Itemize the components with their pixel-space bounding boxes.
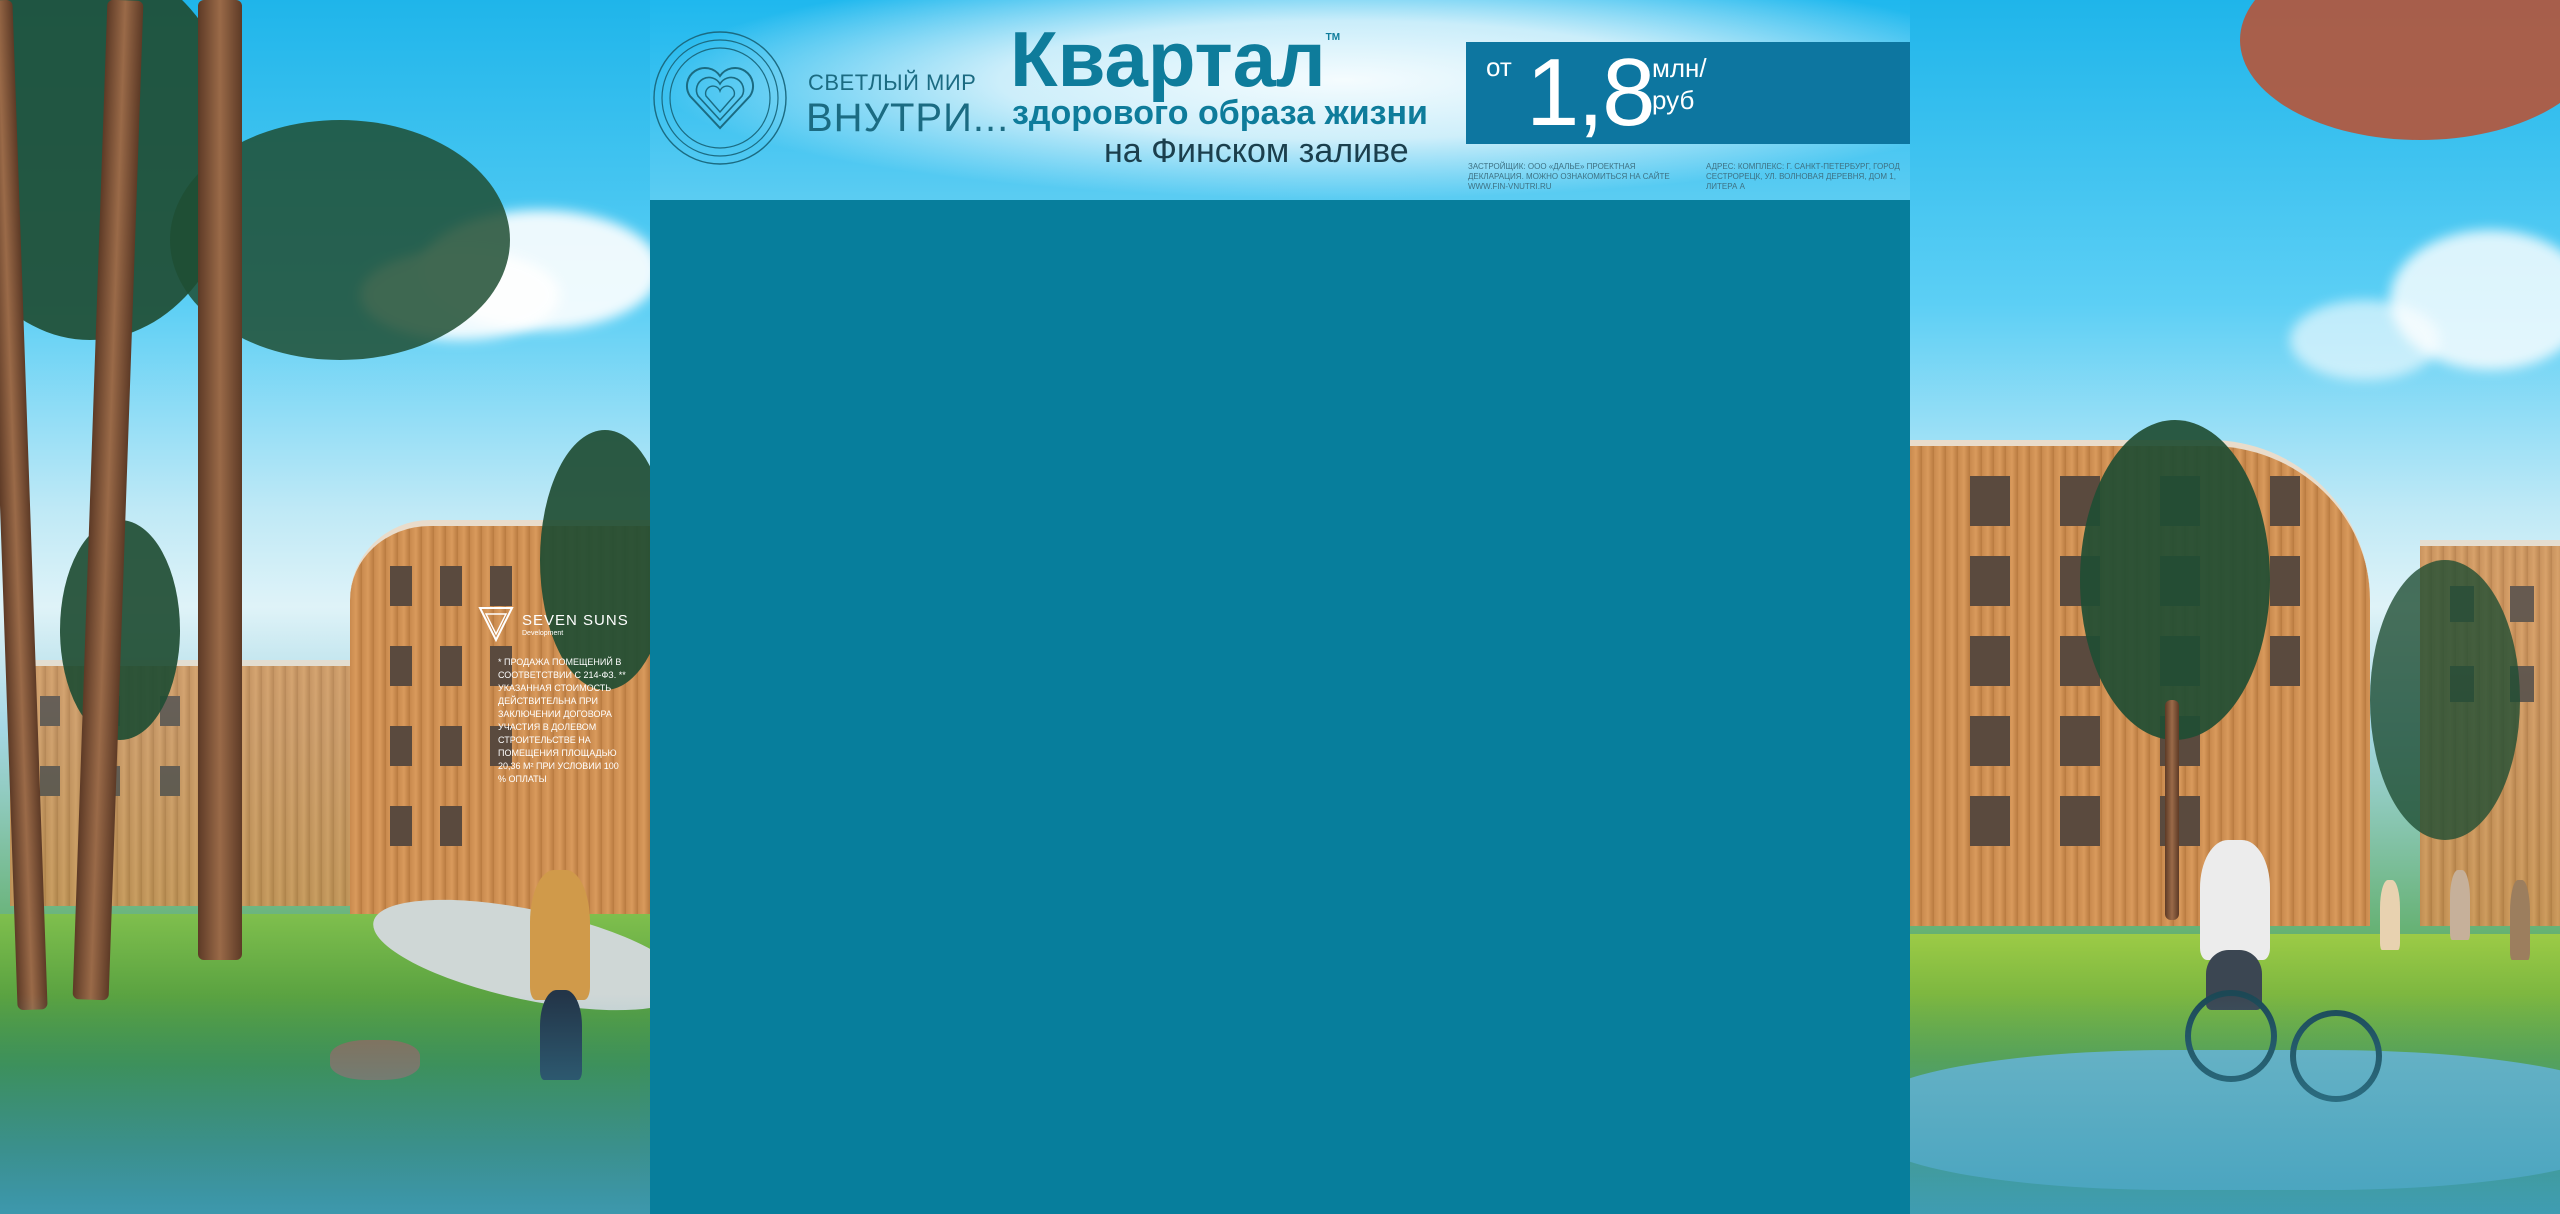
price-value: 1,8 xyxy=(1526,39,1655,146)
price-badge[interactable]: от 1,8 млн/ руб xyxy=(1466,39,1910,146)
page-title: КварталTM xyxy=(1010,15,1341,103)
price-from-label: от xyxy=(1486,52,1512,82)
brand-tagline-big: ВНУТРИ... xyxy=(806,96,1010,140)
left-building-back xyxy=(10,660,350,906)
right-cyclist xyxy=(2200,840,2270,960)
subtitle-line1: здорового образа жизни xyxy=(1012,94,1428,132)
legal-note-left: ЗАСТРОЙЩИК: ООО «ДАЛЬЕ» ПРОЕКТНАЯ ДЕКЛАР… xyxy=(1468,162,1670,191)
subtitle-line2: на Финском заливе xyxy=(1104,132,1409,170)
seven-suns-logo-icon xyxy=(478,607,514,643)
left-background-illustration xyxy=(0,0,650,1214)
main-content-panel[interactable] xyxy=(650,200,1910,1214)
header-banner: СВЕТЛЫЙ МИР ВНУТРИ... КварталTM здоровог… xyxy=(650,0,1910,200)
developer-subtitle: Development xyxy=(522,630,564,637)
left-person xyxy=(530,870,590,1000)
heart-logo-icon[interactable] xyxy=(650,28,790,168)
price-unit: млн/ руб xyxy=(1652,53,1707,115)
right-background-illustration xyxy=(1910,0,2560,1214)
brand-tagline-small: СВЕТЛЫЙ МИР xyxy=(808,70,977,95)
legal-note-right: АДРЕС: КОМПЛЕКС: Г. САНКТ-ПЕТЕРБУРГ, ГОР… xyxy=(1706,162,1900,191)
disclaimer-text: * ПРОДАЖА ПОМЕЩЕНИЙ В СООТВЕТСТВИИ С 214… xyxy=(498,657,626,784)
developer-name: SEVEN SUNS xyxy=(522,612,629,629)
